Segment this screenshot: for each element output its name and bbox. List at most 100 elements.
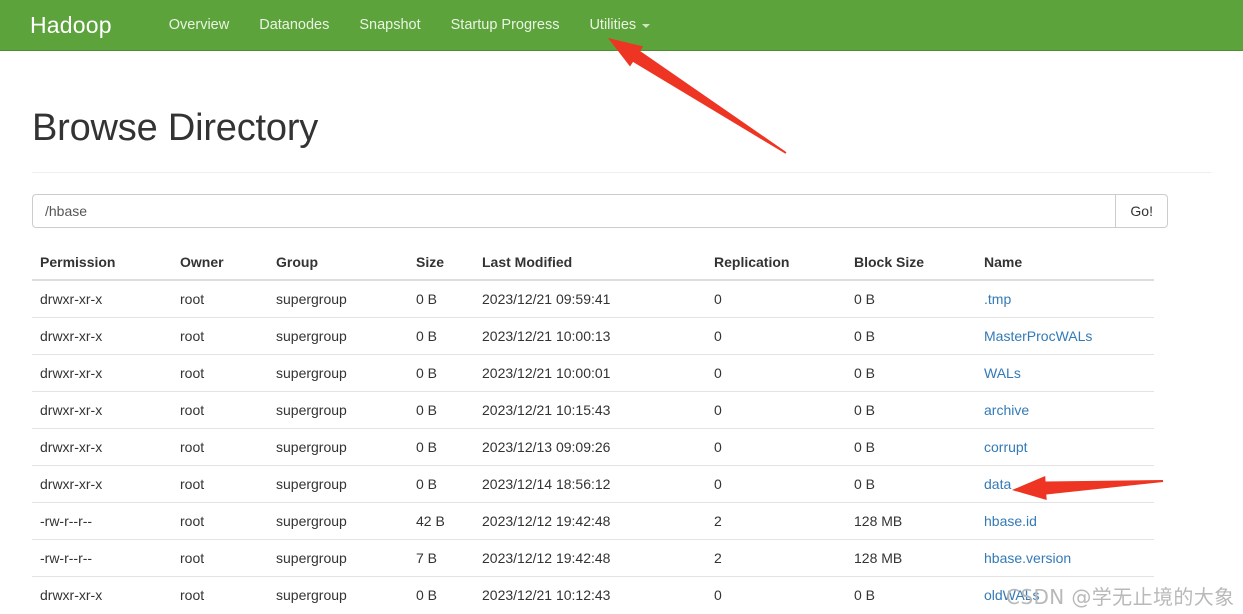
top-navbar: Hadoop Overview Datanodes Snapshot Start…	[0, 0, 1243, 51]
table-header-row: Permission Owner Group Size Last Modifie…	[32, 246, 1154, 281]
table-header: Permission Owner Group Size Last Modifie…	[32, 246, 1154, 281]
chevron-down-icon	[642, 24, 651, 28]
table-row: drwxr-xr-x root supergroup 0 B 2023/12/21 09…	[32, 280, 1154, 317]
nav-link-datanodes[interactable]: Datanodes	[244, 0, 344, 51]
cell-owner: root	[172, 353, 268, 391]
table-row: drwxr-xr-x root supergroup 0 B 2023/12/21 10…	[32, 353, 1154, 391]
cell-permission: drwxr-xr-x	[40, 290, 103, 307]
cell-replication: 0	[714, 290, 722, 307]
cell-last-modified: 2023/12/21 10:15:43	[474, 390, 706, 428]
cell-permission: -rw-r--r--	[32, 538, 172, 576]
hadoop-brand-logo[interactable]: Hadoop	[18, 12, 124, 39]
table-row: drwxr-xr-x root supergroup 0 B 2023/12/21 10…	[32, 390, 1154, 428]
cell-permission: -rw-r--r--	[32, 501, 172, 539]
nav-link-startup-progress[interactable]: Startup Progress	[436, 0, 575, 51]
nav-link-overview[interactable]: Overview	[154, 0, 244, 51]
go-button[interactable]: Go!	[1115, 194, 1168, 228]
column-header-name[interactable]: Name	[976, 246, 1154, 281]
column-header-owner[interactable]: Owner	[172, 246, 268, 281]
cell-replication: 0	[706, 575, 846, 613]
cell-group: supergroup	[268, 427, 408, 465]
cell-replication: 0	[706, 464, 846, 502]
cell-group: supergroup	[268, 501, 408, 539]
cell-block-size: 0 B	[846, 353, 976, 391]
cell-permission: drwxr-xr-x	[32, 390, 172, 428]
cell-replication: 0	[706, 427, 846, 465]
cell-group: supergroup	[276, 290, 347, 307]
table-row: drwxr-xr-x root supergroup 0 B 2023/12/14 18…	[32, 464, 1154, 502]
title-divider	[32, 172, 1211, 173]
file-listing-table: Permission Owner Group Size Last Modifie…	[32, 246, 1154, 613]
cell-size: 0 B	[408, 464, 474, 502]
cell-permission: drwxr-xr-x	[32, 353, 172, 391]
column-header-size[interactable]: Size	[408, 246, 474, 281]
cell-block-size: 0 B	[846, 427, 976, 465]
nav-links: Overview Datanodes Snapshot Startup Prog…	[154, 0, 665, 51]
path-input-group: Go!	[32, 194, 1168, 228]
cell-replication: 0	[706, 353, 846, 391]
cell-replication: 0	[706, 390, 846, 428]
cell-permission: drwxr-xr-x	[32, 427, 172, 465]
cell-size: 0 B	[408, 353, 474, 391]
cell-size: 0 B	[408, 575, 474, 613]
cell-last-modified: 2023/12/21 10:12:43	[474, 575, 706, 613]
cell-group: supergroup	[268, 353, 408, 391]
cell-block-size: 0 B	[846, 575, 976, 613]
cell-name: corrupt	[976, 427, 1154, 465]
cell-last-modified: 2023/12/13 09:09:26	[474, 427, 706, 465]
cell-size: 0 B	[416, 290, 438, 307]
cell-permission: drwxr-xr-x	[32, 575, 172, 613]
cell-size: 7 B	[408, 538, 474, 576]
directory-path-input[interactable]	[32, 194, 1116, 228]
table-row: drwxr-xr-x root supergroup 0 B 2023/12/21 10…	[32, 316, 1154, 354]
cell-name: hbase.version	[976, 538, 1154, 576]
cell-size: 0 B	[408, 316, 474, 354]
cell-block-size: 0 B	[846, 316, 976, 354]
cell-owner: root	[172, 390, 268, 428]
cell-size: 0 B	[408, 427, 474, 465]
cell-name: MasterProcWALs	[976, 316, 1154, 354]
file-name-link[interactable]: archive	[984, 402, 1029, 418]
cell-permission: drwxr-xr-x	[32, 464, 172, 502]
nav-link-utilities-label: Utilities	[589, 16, 637, 33]
cell-name: data	[976, 464, 1154, 502]
file-name-link[interactable]: hbase.id	[984, 513, 1037, 529]
column-header-block-size[interactable]: Block Size	[846, 246, 976, 281]
column-header-permission[interactable]: Permission	[32, 246, 172, 281]
cell-replication: 0	[706, 316, 846, 354]
cell-block-size: 0 B	[846, 390, 976, 428]
cell-name: WALs	[976, 353, 1154, 391]
cell-last-modified: 2023/12/14 18:56:12	[474, 464, 706, 502]
cell-owner: root	[180, 290, 205, 307]
column-header-replication[interactable]: Replication	[706, 246, 846, 281]
column-header-last-modified[interactable]: Last Modified	[474, 246, 706, 281]
cell-last-modified: 2023/12/21 10:00:01	[474, 353, 706, 391]
nav-link-snapshot[interactable]: Snapshot	[344, 0, 435, 51]
column-header-group[interactable]: Group	[268, 246, 408, 281]
cell-owner: root	[172, 538, 268, 576]
file-name-link[interactable]: corrupt	[984, 439, 1028, 455]
cell-name: .tmp	[976, 280, 1154, 317]
file-table-container: Permission Owner Group Size Last Modifie…	[32, 246, 1154, 613]
cell-group: supergroup	[268, 575, 408, 613]
file-name-link[interactable]: hbase.version	[984, 550, 1071, 566]
file-name-link[interactable]: data	[984, 476, 1011, 492]
cell-owner: root	[172, 575, 268, 613]
page-title: Browse Directory	[32, 107, 319, 149]
nav-link-utilities[interactable]: Utilities	[574, 0, 665, 51]
table-row: -rw-r--r-- root supergroup 42 B 2023/12/12 1…	[32, 501, 1154, 539]
file-name-link[interactable]: .tmp	[984, 291, 1011, 307]
cell-owner: root	[172, 464, 268, 502]
cell-replication: 2	[706, 538, 846, 576]
cell-block-size: 0 B	[846, 464, 976, 502]
cell-owner: root	[172, 501, 268, 539]
cell-last-modified: 2023/12/21 09:59:41	[482, 290, 611, 307]
cell-name: hbase.id	[976, 501, 1154, 539]
file-name-link[interactable]: MasterProcWALs	[984, 328, 1092, 344]
cell-block-size: 0 B	[854, 290, 876, 307]
csdn-watermark: CSDN @学无止境的大象	[1006, 585, 1235, 609]
table-body: drwxr-xr-x root supergroup 0 B 2023/12/21 09…	[32, 280, 1154, 613]
cell-group: supergroup	[268, 390, 408, 428]
cell-size: 0 B	[408, 390, 474, 428]
file-name-link[interactable]: WALs	[984, 365, 1021, 381]
